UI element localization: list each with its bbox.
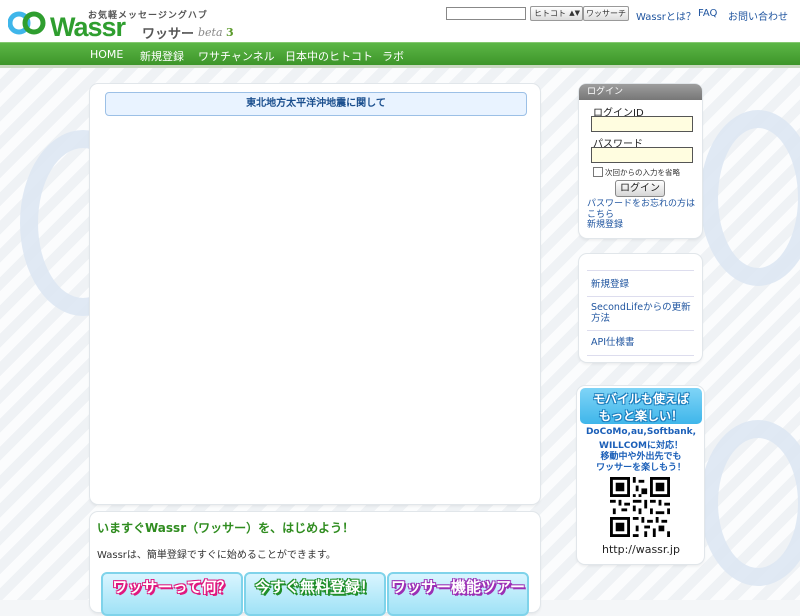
mobile-url: http://wassr.jp (602, 543, 680, 556)
contact-link[interactable]: お問い合わせ (728, 8, 788, 23)
register-link[interactable]: 新規登録 (587, 220, 623, 231)
side-menu-register[interactable]: 新規登録 (587, 270, 694, 296)
nav-home[interactable]: HOME (90, 48, 123, 61)
main-nav: HOME 新規登録 ワサチャンネル 日本中のヒトコト ラボ (0, 42, 800, 66)
mobile-title-line2: もっと楽しい！ (598, 409, 683, 423)
nav-lab[interactable]: ラボ (382, 48, 404, 64)
search-scope-select[interactable]: ヒトコト ▲▼ (530, 6, 583, 21)
intro-text: Wassrは、簡単登録ですぐに始めることができます。 (97, 550, 336, 561)
feature-tour-button[interactable]: ワッサー機能ツアー (387, 572, 529, 616)
forgot-password-link[interactable]: パスワードをお忘れの方はこちら (587, 199, 699, 221)
side-menu-api[interactable]: API仕様書 (587, 330, 694, 356)
nav-hitokoto[interactable]: 日本中のヒトコト (285, 48, 373, 64)
what-is-wassr-button[interactable]: ワッサーって何？ (101, 572, 243, 616)
password-field[interactable] (591, 147, 693, 163)
site-logo[interactable]: お気軽メッセージングハブ Wassr ワッサー beta 3 (8, 6, 238, 42)
remember-checkbox[interactable] (593, 167, 603, 177)
beta-badge: beta 3 (198, 26, 234, 39)
intro-title: いますぐWassr（ワッサー）を、はじめよう！ (97, 521, 355, 535)
mobile-promo-title[interactable]: モバイルも使えば もっと楽しい！ (580, 388, 702, 424)
earthquake-notice-link[interactable]: 東北地方太平洋沖地震に関して (105, 92, 527, 116)
nav-shadow (0, 65, 800, 68)
login-header: ログイン (579, 84, 702, 100)
select-arrows-icon: ▲▼ (569, 9, 580, 17)
mobile-title-line1: モバイルも使えば (592, 392, 689, 406)
logo-kana: ワッサー (142, 27, 195, 42)
login-id-field[interactable] (591, 116, 693, 132)
search-input[interactable] (446, 7, 526, 20)
free-register-button[interactable]: 今すぐ無料登録！ (244, 572, 386, 616)
site-header: お気軽メッセージングハブ Wassr ワッサー beta 3 ヒトコト ▲▼ ワッ… (0, 0, 800, 42)
mobile-carriers: DoCoMo,au,Softbank, (585, 427, 697, 437)
nav-channel[interactable]: ワサチャンネル (198, 48, 275, 64)
remember-label: 次回からの入力を省略 (605, 168, 680, 177)
side-menu-secondlife[interactable]: SecondLifeからの更新方法 (587, 296, 694, 330)
faq-link[interactable]: FAQ (698, 8, 717, 19)
nav-register[interactable]: 新規登録 (140, 48, 184, 64)
qr-code-icon (610, 477, 670, 537)
about-link[interactable]: Wassrとは？ (636, 8, 696, 23)
logo-wordmark: Wassr (50, 12, 126, 42)
login-button[interactable]: ログイン (615, 180, 665, 197)
mobile-line4: ワッサーを楽しもう！ (596, 463, 686, 473)
wassr-logo-icon (8, 11, 46, 35)
main-content-panel (90, 84, 540, 504)
search-button[interactable]: ワッサーチ (583, 6, 629, 21)
